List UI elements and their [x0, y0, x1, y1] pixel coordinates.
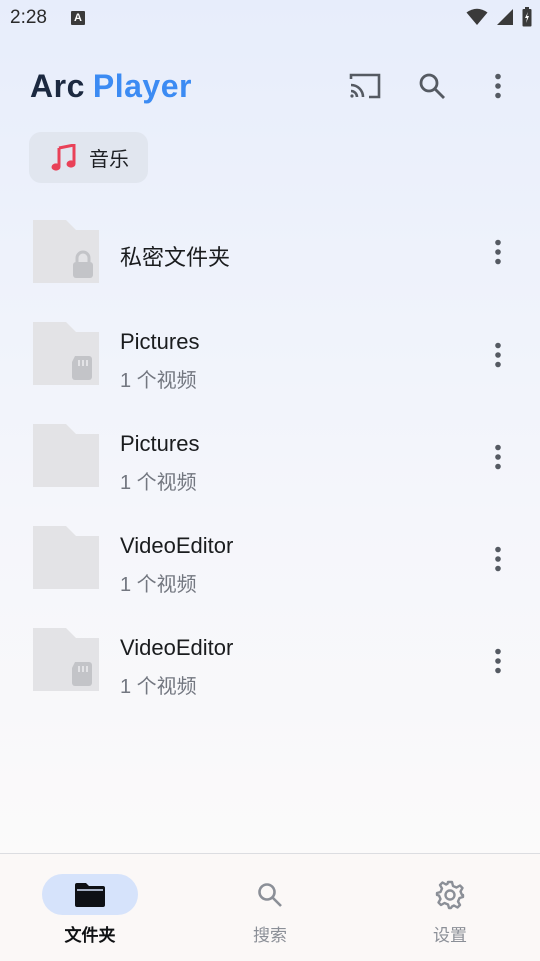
more-vert-icon	[495, 73, 501, 99]
folder-icon	[33, 220, 99, 283]
folder-title: VideoEditor	[120, 533, 234, 558]
nav-folders-label: 文件夹	[64, 926, 116, 945]
folder-row[interactable]: 私密文件夹	[0, 200, 540, 302]
folder-more-button[interactable]	[476, 333, 520, 377]
signal-icon	[497, 9, 513, 25]
logo-arc: Arc	[30, 68, 85, 104]
nav-folders-tab[interactable]: 文件夹	[0, 854, 180, 961]
folder-title: Pictures	[120, 431, 200, 456]
more-vert-icon	[495, 648, 501, 674]
nav-search-label: 搜索	[253, 926, 287, 945]
search-icon	[419, 73, 445, 99]
folder-video-count: 1 个视频	[120, 370, 197, 392]
battery-icon	[522, 7, 532, 27]
more-vert-icon	[495, 342, 501, 368]
folder-video-count: 1 个视频	[120, 676, 197, 698]
folder-row[interactable]: VideoEditor 1 个视频	[0, 506, 540, 608]
folder-title: VideoEditor	[120, 635, 234, 660]
more-vert-icon	[495, 546, 501, 572]
bottom-navigation: 文件夹 搜索 设置	[0, 853, 540, 961]
more-vert-icon	[495, 239, 501, 265]
music-chip-label: 音乐	[89, 149, 129, 171]
cast-icon	[349, 73, 381, 99]
folder-icon	[33, 322, 99, 385]
folder-row[interactable]: Pictures 1 个视频	[0, 404, 540, 506]
folder-row[interactable]: Pictures 1 个视频	[0, 302, 540, 404]
notification-icon: A	[71, 11, 85, 25]
music-chip[interactable]: 音乐	[29, 132, 148, 183]
logo-player: Player	[92, 68, 192, 104]
search-button[interactable]	[410, 64, 454, 108]
folder-more-button[interactable]	[476, 537, 520, 581]
sd-card-badge-icon	[72, 662, 92, 686]
nav-search-tab[interactable]: 搜索	[180, 854, 360, 961]
folder-icon	[33, 628, 99, 691]
nav-active-indicator	[42, 874, 138, 915]
sd-card-badge-icon	[72, 356, 92, 380]
folder-title: 私密文件夹	[120, 245, 231, 270]
status-time: 2:28	[10, 7, 47, 28]
folder-icon	[33, 526, 99, 589]
folder-icon	[75, 882, 105, 907]
folder-icon	[33, 424, 99, 487]
wifi-icon	[466, 8, 488, 25]
more-vert-icon	[495, 444, 501, 470]
cast-button[interactable]	[343, 64, 387, 108]
nav-pill	[402, 874, 498, 915]
search-icon	[258, 882, 282, 907]
folder-video-count: 1 个视频	[120, 472, 197, 494]
folder-row[interactable]: VideoEditor 1 个视频	[0, 608, 540, 710]
folder-title: Pictures	[120, 329, 200, 354]
settings-icon	[435, 880, 465, 909]
app-logo: Arc Player	[30, 68, 192, 105]
status-icons	[466, 6, 532, 28]
more-options-button[interactable]	[476, 64, 520, 108]
folder-more-button[interactable]	[476, 435, 520, 479]
nav-pill	[222, 874, 318, 915]
folder-more-button[interactable]	[476, 639, 520, 683]
music-note-icon	[49, 143, 77, 172]
nav-settings-label: 设置	[433, 926, 467, 945]
nav-settings-tab[interactable]: 设置	[360, 854, 540, 961]
status-bar: 2:28 A	[0, 0, 540, 36]
app-header: Arc Player	[0, 56, 540, 120]
folder-video-count: 1 个视频	[120, 574, 197, 596]
folder-more-button[interactable]	[476, 230, 520, 274]
